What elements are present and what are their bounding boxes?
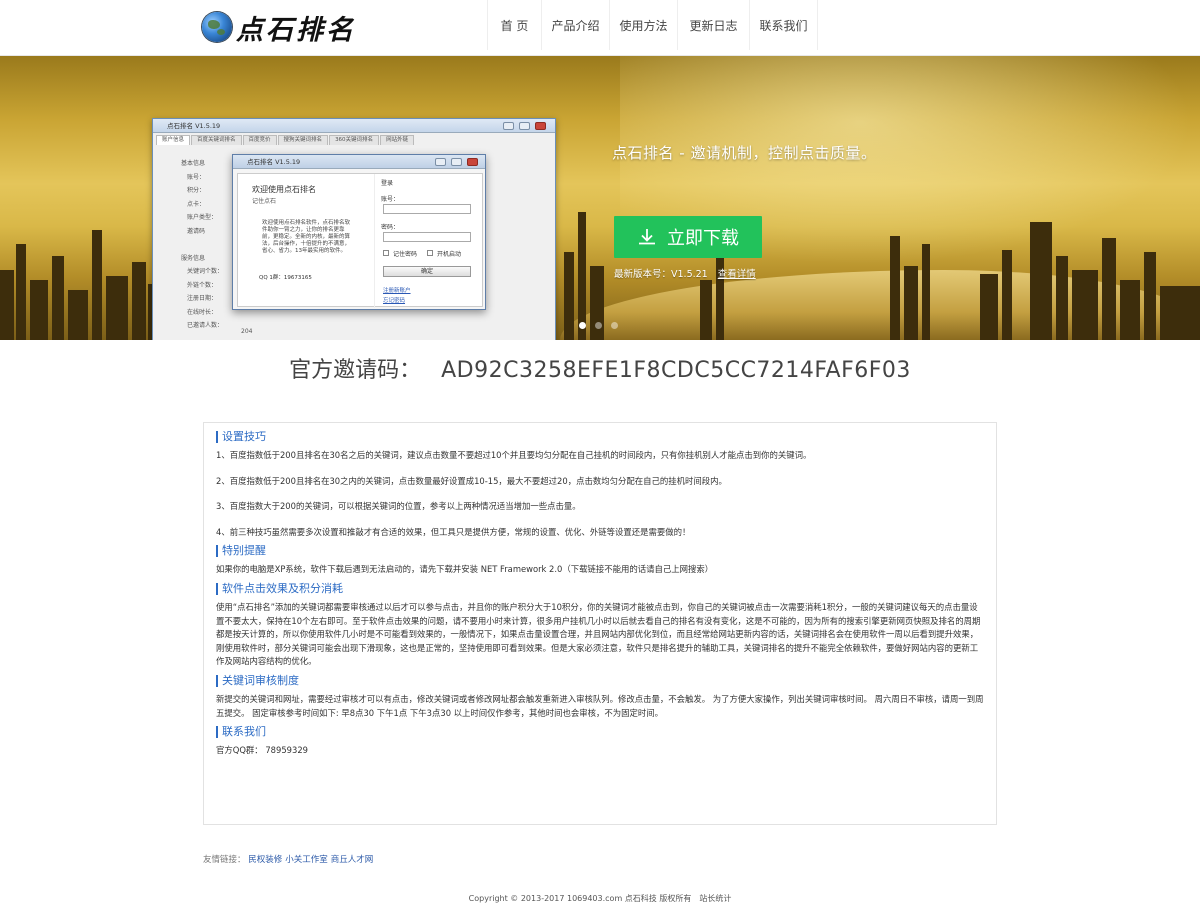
section-paragraph: 2、百度指数低于200且排名在30之内的关键词，点击数量最好设置成10-15，最… bbox=[216, 475, 727, 486]
hero-banner: 点石排名 V1.5.19 账户信息 百度关键词排名 百度竞价 搜狗关键词排名 3… bbox=[0, 56, 1200, 340]
forgot-link: 忘记密码 bbox=[383, 298, 406, 304]
section-paragraph: 4、前三种技巧虽然需要多次设置和推敲才有合适的效果，但工具只是提供方便，常规的设… bbox=[216, 526, 691, 537]
globe-icon bbox=[202, 12, 232, 42]
app-side-labels: 基本信息 账号： 积分： 点卡： 账户类型： 邀请码 服务信息 关键词个数： 外… bbox=[181, 157, 223, 333]
section-title: 关键词审核制度 bbox=[216, 674, 984, 687]
login-panel: 登录 账号： 密码： 记住密码 开机启动 确定 注册新账户 忘记密码 bbox=[374, 174, 484, 308]
skyline-left bbox=[0, 200, 160, 340]
dialog-welcome-sub: 记住点石 bbox=[252, 198, 277, 205]
app-tab: 百度竞价 bbox=[242, 135, 277, 145]
friend-link[interactable]: 小关工作室 bbox=[285, 855, 328, 865]
password-label: 密码： bbox=[381, 224, 400, 231]
banner-slogan: 点石排名 - 邀请机制，控制点击质量。 bbox=[612, 144, 877, 162]
nav-changelog[interactable]: 更新日志 bbox=[678, 0, 750, 50]
nav-contact[interactable]: 联系我们 bbox=[750, 0, 818, 50]
site-stat-link[interactable]: 站长统计 bbox=[699, 894, 731, 903]
app-side-label: 账号： bbox=[187, 173, 206, 181]
account-label: 账号： bbox=[381, 196, 400, 203]
app-side-label: 基本信息 bbox=[181, 160, 206, 167]
section-paragraph: 如果你的电脑是XP系统，软件下载后遇到无法启动的，请先下载并安装 NET Fra… bbox=[216, 564, 714, 575]
download-label: 立即下载 bbox=[667, 228, 739, 249]
copyright-text: Copyright © 2013-2017 1069403.com 点石科技 版… bbox=[468, 894, 692, 903]
app-side-label: 已邀请人数： bbox=[187, 322, 224, 329]
dialog-body: 欢迎使用点石排名 记住点石 欢迎使用点石排名软件，点石排名软件助你一臂之力，让你… bbox=[237, 173, 484, 308]
dialog-welcome: 欢迎使用点石排名 bbox=[252, 185, 316, 194]
login-title: 登录 bbox=[381, 180, 394, 187]
copyright: Copyright © 2013-2017 1069403.com 点石科技 版… bbox=[0, 893, 1200, 904]
app-side-label: 外链个数： bbox=[187, 281, 218, 289]
app-tab: 百度关键词排名 bbox=[191, 135, 242, 145]
app-side-label bbox=[181, 238, 223, 252]
minimize-icon bbox=[435, 158, 446, 166]
section-title: 联系我们 bbox=[216, 726, 984, 739]
site-logo[interactable]: 点石排名 bbox=[202, 10, 356, 46]
section-paragraph: 1、百度指数低于200且排名在30名之后的关键词，建议点击数量不要超过10个并且… bbox=[216, 450, 812, 460]
friend-link[interactable]: 商丘人才网 bbox=[331, 855, 374, 865]
section-paragraph: 使用“点石排名”添加的关键词都需要审核通过以后才可以参与点击，并且你的账户积分大… bbox=[216, 601, 981, 667]
app-side-label: 注册日期： bbox=[187, 295, 218, 302]
section-title: 软件点击效果及积分消耗 bbox=[216, 582, 984, 595]
download-button[interactable]: 立即下载 bbox=[614, 216, 762, 258]
password-input bbox=[383, 232, 471, 242]
friend-link[interactable]: 民权装修 bbox=[248, 855, 282, 865]
app-side-label: 账户类型： bbox=[187, 214, 218, 221]
section-paragraph: 官方QQ群： 78959329 bbox=[216, 745, 308, 756]
slide-dots bbox=[579, 322, 627, 329]
app-main-title: 点石排名 V1.5.19 bbox=[153, 119, 555, 133]
app-tab: 网站外链 bbox=[380, 135, 415, 145]
app-side-label: 关键词个数： bbox=[187, 268, 224, 275]
app-invite-count: 204 bbox=[241, 328, 253, 335]
slide-dot-2[interactable] bbox=[595, 322, 602, 329]
invite-code-line: 官方邀请码： AD92C3258EFE1F8CDC5CC7214FAF6F03 bbox=[0, 352, 1200, 384]
app-side-label: 积分： bbox=[187, 187, 206, 194]
section-title: 特别提醒 bbox=[216, 545, 984, 558]
app-tabs: 账户信息 百度关键词排名 百度竞价 搜狗关键词排名 360关键词排名 网站外链 bbox=[153, 135, 555, 145]
account-input bbox=[383, 204, 471, 214]
slide-dot-1[interactable] bbox=[579, 322, 586, 329]
nav-product[interactable]: 产品介绍 bbox=[542, 0, 610, 50]
invite-label: 官方邀请码： bbox=[289, 358, 422, 383]
maximize-icon bbox=[519, 122, 530, 130]
confirm-button: 确定 bbox=[383, 266, 471, 277]
tips-content-box: 设置技巧 1、百度指数低于200且排名在30名之后的关键词，建议点击数量不要超过… bbox=[203, 422, 997, 825]
dialog-title: 点石排名 V1.5.19 bbox=[233, 155, 485, 169]
invite-code: AD92C3258EFE1F8CDC5CC7214FAF6F03 bbox=[441, 358, 911, 383]
autostart-label: 开机启动 bbox=[437, 251, 462, 258]
main-nav: 首 页 产品介绍 使用方法 更新日志 联系我们 bbox=[487, 0, 818, 50]
section-title: 设置技巧 bbox=[216, 431, 984, 443]
app-login-dialog: 点石排名 V1.5.19 欢迎使用点石排名 记住点石 欢迎使用点石排名软件，点石… bbox=[232, 154, 486, 310]
register-link: 注册新账户 bbox=[383, 288, 411, 294]
close-icon bbox=[535, 122, 546, 130]
slide-dot-3[interactable] bbox=[611, 322, 618, 329]
app-tab: 360关键词排名 bbox=[329, 135, 380, 145]
version-line: 最新版本号：V1.5.21 查看详情 bbox=[614, 266, 756, 280]
minimize-icon bbox=[503, 122, 514, 130]
site-header: 点石排名 首 页 产品介绍 使用方法 更新日志 联系我们 bbox=[0, 0, 1200, 56]
app-tab: 账户信息 bbox=[156, 135, 191, 145]
logo-text: 点石排名 bbox=[236, 14, 356, 46]
view-detail-link[interactable]: 查看详情 bbox=[718, 269, 756, 280]
maximize-icon bbox=[451, 158, 462, 166]
close-icon bbox=[467, 158, 478, 166]
app-side-label: 在线时长： bbox=[187, 308, 218, 316]
friend-links-label: 友情链接： bbox=[203, 855, 246, 865]
download-icon bbox=[639, 229, 655, 245]
remember-label: 记住密码 bbox=[393, 251, 418, 258]
app-tab: 搜狗关键词排名 bbox=[277, 135, 329, 145]
section-paragraph: 3、百度指数大于200的关键词，可以根据关键词的位置，参考以上两种情况适当增加一… bbox=[216, 501, 581, 512]
friend-links: 友情链接： 民权装修 小关工作室 商丘人才网 bbox=[203, 853, 376, 865]
nav-usage[interactable]: 使用方法 bbox=[610, 0, 678, 50]
version-label: 最新版本号：V1.5.21 bbox=[614, 269, 708, 280]
remember-checkbox bbox=[383, 250, 389, 256]
dialog-qq: QQ 1群：19673165 bbox=[259, 275, 312, 281]
app-side-label: 服务信息 bbox=[181, 254, 206, 262]
app-side-label: 点卡： bbox=[187, 200, 206, 208]
section-paragraph: 新提交的关键词和网址，需要经过审核才可以有点击，修改关键词或者修改网址都会触发重… bbox=[216, 693, 984, 718]
nav-home[interactable]: 首 页 bbox=[488, 0, 542, 50]
app-side-label: 邀请码 bbox=[187, 227, 206, 235]
autostart-checkbox bbox=[427, 250, 433, 256]
dialog-body-text: 欢迎使用点石排名软件，点石排名软件助你一臂之力，让你的排名更靠前，更稳定。全新的… bbox=[262, 220, 351, 254]
